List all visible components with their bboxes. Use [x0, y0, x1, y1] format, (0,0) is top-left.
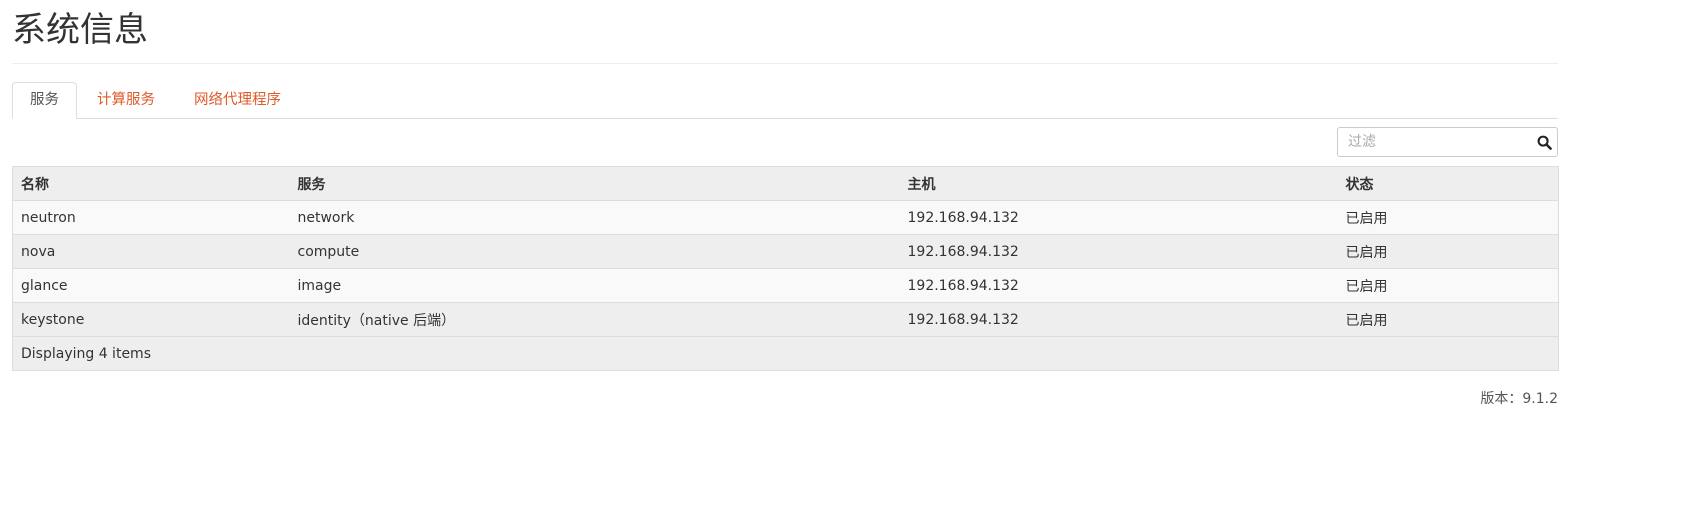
cell-status: 已启用: [1337, 200, 1559, 235]
column-header-status[interactable]: 状态: [1337, 166, 1559, 201]
column-header-host[interactable]: 主机: [899, 166, 1338, 201]
table-row: keystone identity（native 后端） 192.168.94.…: [12, 302, 1559, 337]
tab-network-agents[interactable]: 网络代理程序: [175, 82, 300, 118]
filter-box: [1337, 127, 1558, 157]
page-title: 系统信息: [12, 10, 148, 50]
tab-bar: 服务 计算服务 网络代理程序: [12, 82, 1558, 119]
tab-services[interactable]: 服务: [12, 82, 77, 119]
search-icon[interactable]: [1532, 128, 1557, 156]
cell-name: nova: [12, 234, 290, 269]
cell-service: identity（native 后端）: [289, 302, 900, 337]
cell-host: 192.168.94.132: [899, 268, 1338, 303]
cell-name: neutron: [12, 200, 290, 235]
cell-service: compute: [289, 234, 900, 269]
cell-service: image: [289, 268, 900, 303]
services-table: 名称 服务 主机 状态 neutron network 192.168.94.1…: [12, 166, 1559, 371]
table-footer-row: Displaying 4 items: [12, 336, 1559, 371]
table-row: nova compute 192.168.94.132 已启用: [12, 234, 1559, 269]
cell-status: 已启用: [1337, 302, 1559, 337]
table-row: glance image 192.168.94.132 已启用: [12, 268, 1559, 303]
column-header-service[interactable]: 服务: [289, 166, 900, 201]
cell-host: 192.168.94.132: [899, 200, 1338, 235]
version-label: 版本：9.1.2: [1480, 391, 1558, 407]
tab-compute-services[interactable]: 计算服务: [77, 82, 175, 118]
table-header-row: 名称 服务 主机 状态: [12, 166, 1559, 201]
cell-name: glance: [12, 268, 290, 303]
filter-input[interactable]: [1338, 129, 1532, 155]
item-count: Displaying 4 items: [12, 336, 1559, 371]
cell-host: 192.168.94.132: [899, 302, 1338, 337]
cell-name: keystone: [12, 302, 290, 337]
title-divider: [12, 63, 1558, 64]
table-row: neutron network 192.168.94.132 已启用: [12, 200, 1559, 235]
cell-status: 已启用: [1337, 268, 1559, 303]
cell-host: 192.168.94.132: [899, 234, 1338, 269]
cell-service: network: [289, 200, 900, 235]
column-header-name[interactable]: 名称: [12, 166, 290, 201]
system-info-page: 系统信息 服务 计算服务 网络代理程序 名称 服务 主机 状态 neutron: [0, 0, 1695, 527]
cell-status: 已启用: [1337, 234, 1559, 269]
